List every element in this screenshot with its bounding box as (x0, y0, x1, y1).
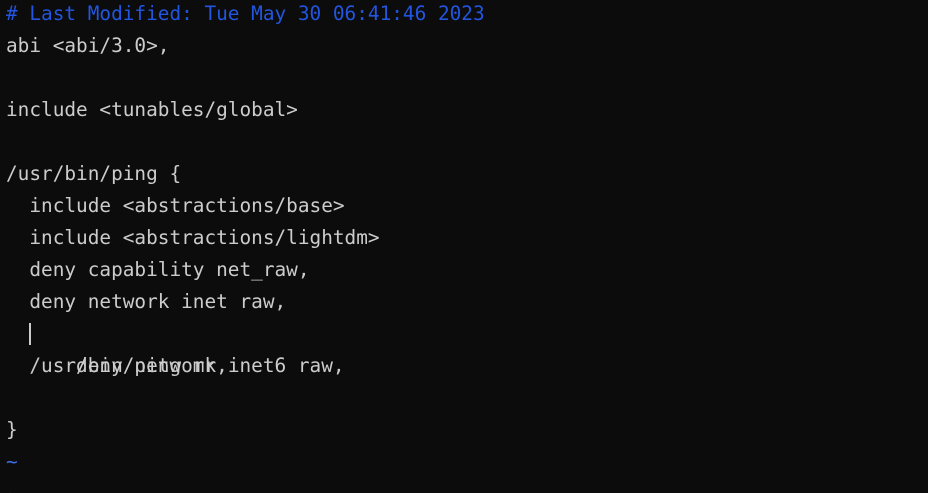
code-line-11: /usr/bin/ping mr, (6, 354, 228, 377)
comment-line: # Last Modified: Tue May 30 06:41:46 202… (6, 2, 485, 25)
code-line-7: include <abstractions/lightdm> (6, 226, 380, 249)
code-line-10: deny network inet6 raw, (6, 318, 928, 377)
text-cursor (29, 323, 31, 345)
code-line-6: include <abstractions/base> (6, 194, 345, 217)
code-line-1: abi <abi/3.0>, (6, 34, 170, 57)
empty-line-marker: ~ (6, 450, 18, 473)
empty-line-marker: ~ (6, 478, 928, 493)
code-line-9: deny network inet raw, (6, 290, 287, 313)
text-editor[interactable]: # Last Modified: Tue May 30 06:41:46 202… (0, 0, 928, 493)
code-line-8: deny capability net_raw, (6, 258, 310, 281)
code-line-3: include <tunables/global> (6, 98, 298, 121)
code-line-5: /usr/bin/ping { (6, 162, 182, 185)
code-line-13: } (6, 418, 18, 441)
